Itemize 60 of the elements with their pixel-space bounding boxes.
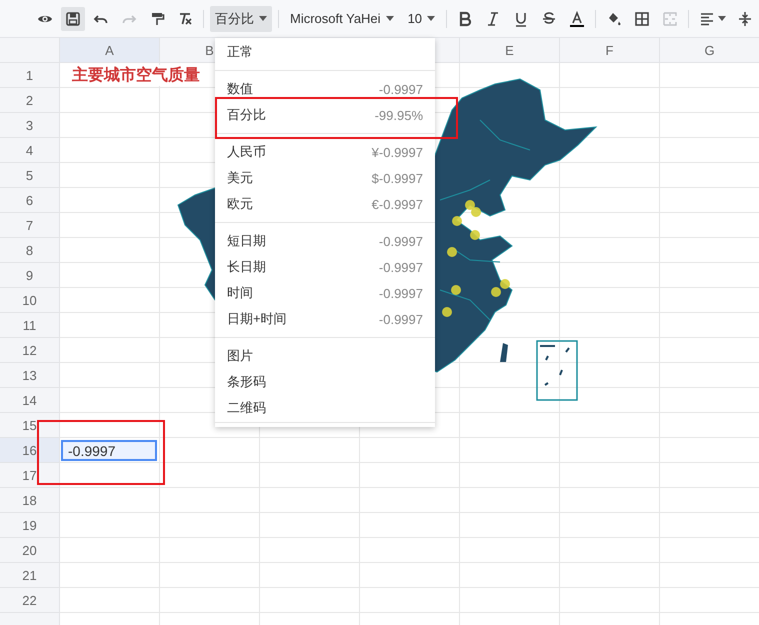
row-header[interactable]: 21 xyxy=(0,563,60,588)
row-header[interactable]: 18 xyxy=(0,488,60,513)
row-header[interactable]: 2 xyxy=(0,88,60,113)
row-header[interactable]: 19 xyxy=(0,513,60,538)
borders-icon xyxy=(634,10,650,26)
menu-item[interactable]: 时间 -0.9997 xyxy=(215,280,435,306)
menu-item[interactable]: 美元 $-0.9997 xyxy=(215,165,435,191)
column-header[interactable]: E xyxy=(460,38,560,63)
row-header[interactable]: 15 xyxy=(0,413,60,438)
row-header[interactable]: 20 xyxy=(0,538,60,563)
menu-item[interactable]: 短日期 -0.9997 xyxy=(215,228,435,254)
strikethrough-icon xyxy=(541,10,558,26)
vertical-align-icon xyxy=(737,10,754,26)
row-header[interactable]: 1 xyxy=(0,63,60,88)
paint-roller-icon xyxy=(149,10,165,26)
caret-icon xyxy=(259,16,267,21)
row-header[interactable]: 16 xyxy=(0,438,60,463)
caret-icon xyxy=(386,16,394,21)
column-header[interactable]: G xyxy=(660,38,759,63)
caret-icon xyxy=(427,16,436,21)
dropdown-button[interactable]: Microsoft YaHei xyxy=(285,6,399,32)
menu-item[interactable]: 欧元 €-0.9997 xyxy=(215,191,435,217)
menu-item[interactable]: 人民币 ¥-0.9997 xyxy=(215,139,435,165)
menu-item[interactable]: 百分比 -99.95% xyxy=(215,102,435,128)
row-header[interactable]: 22 xyxy=(0,588,60,613)
row-header[interactable]: 13 xyxy=(0,363,60,388)
row-header[interactable]: 6 xyxy=(0,188,60,213)
menu-item[interactable]: 条形码 xyxy=(215,369,435,395)
row-header[interactable]: 5 xyxy=(0,163,60,188)
column-header[interactable]: A xyxy=(60,38,160,63)
sheet-title: 主要城市空气质量 xyxy=(72,65,200,86)
merge-cells-icon xyxy=(662,10,678,26)
dropdown-button[interactable]: 10 xyxy=(402,6,440,32)
row-header[interactable]: 9 xyxy=(0,263,60,288)
menu-item[interactable]: 日期+时间 -0.9997 xyxy=(215,306,435,332)
row-header[interactable]: 7 xyxy=(0,213,60,238)
selected-cell[interactable]: -0.9997 xyxy=(61,440,157,461)
row-header[interactable]: 14 xyxy=(0,388,60,413)
corner-cell[interactable] xyxy=(0,38,60,63)
menu-item[interactable]: 二维码 xyxy=(215,395,435,421)
bold-icon xyxy=(457,10,474,26)
menu-item[interactable]: 图片 xyxy=(215,343,435,369)
row-header[interactable]: 8 xyxy=(0,238,60,263)
row-header[interactable]: 4 xyxy=(0,138,60,163)
row-header[interactable]: 12 xyxy=(0,338,60,363)
clear-format-icon xyxy=(177,10,193,26)
row-header[interactable]: 17 xyxy=(0,463,60,488)
row-header[interactable]: 3 xyxy=(0,113,60,138)
menu-item[interactable]: 长日期 -0.9997 xyxy=(215,254,435,280)
save-button[interactable] xyxy=(61,6,85,30)
align-left-icon xyxy=(698,10,715,26)
menu-item[interactable]: 数值 -0.9997 xyxy=(215,76,435,102)
save-icon xyxy=(65,10,81,26)
text-color-icon xyxy=(569,10,586,26)
column-header[interactable]: F xyxy=(560,38,660,63)
row-header[interactable]: 10 xyxy=(0,288,60,313)
dropdown-button[interactable]: 百分比 xyxy=(210,6,272,32)
caret-icon xyxy=(718,16,726,21)
row-header[interactable]: 11 xyxy=(0,313,60,338)
paint-bucket-icon xyxy=(606,10,622,26)
